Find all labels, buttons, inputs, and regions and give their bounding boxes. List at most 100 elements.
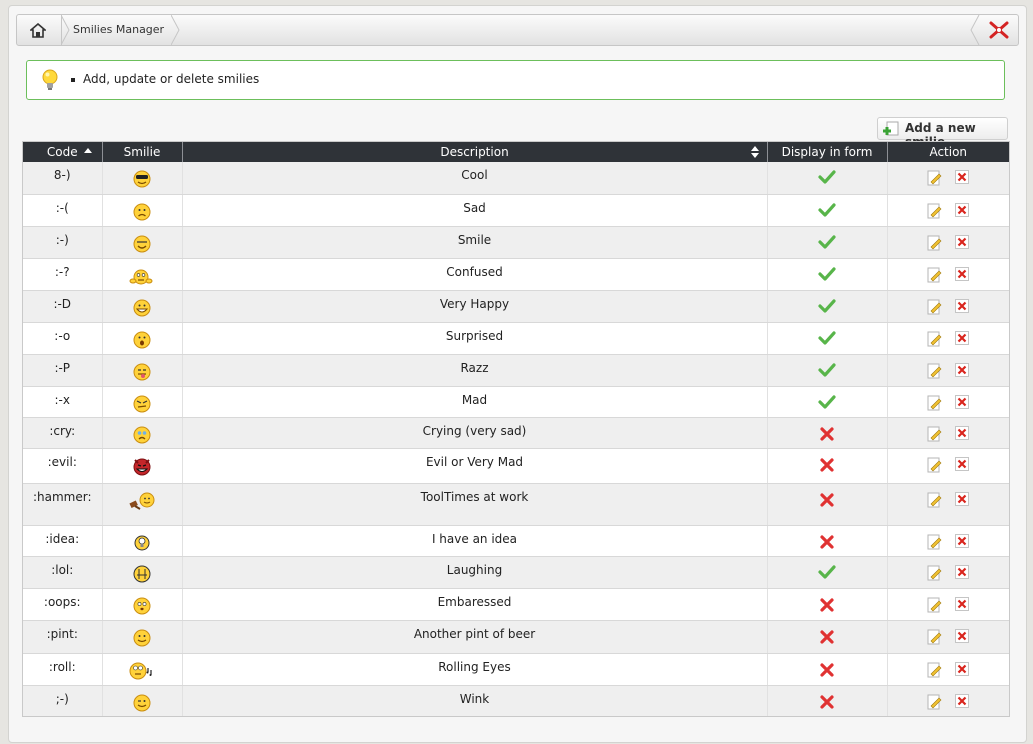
display-cell[interactable] xyxy=(767,162,888,195)
smilie-code: :-x xyxy=(54,392,70,407)
description-cell: Another pint of beer xyxy=(182,620,768,654)
delete-button[interactable] xyxy=(955,202,970,222)
hammer-smilie-icon xyxy=(129,492,155,510)
delete-button[interactable] xyxy=(955,234,970,254)
delete-button[interactable] xyxy=(955,661,970,681)
edit-button[interactable] xyxy=(927,203,943,222)
display-toggle[interactable] xyxy=(768,227,887,252)
delete-button[interactable] xyxy=(955,456,970,476)
display-toggle[interactable] xyxy=(768,557,887,582)
edit-button[interactable] xyxy=(927,331,943,350)
column-header-description[interactable]: Description xyxy=(182,142,768,162)
edit-button[interactable] xyxy=(927,235,943,254)
edit-button[interactable] xyxy=(927,363,943,382)
edit-button[interactable] xyxy=(927,694,943,713)
display-cell[interactable] xyxy=(767,290,888,323)
edit-button[interactable] xyxy=(927,597,943,616)
display-cell[interactable] xyxy=(767,354,888,387)
table-row: :-P Razz xyxy=(23,354,1009,387)
edit-icon xyxy=(927,662,942,677)
column-header-code[interactable]: Code xyxy=(23,142,103,162)
delete-button[interactable] xyxy=(955,564,970,584)
delete-button[interactable] xyxy=(955,330,970,350)
breadcrumb-separator xyxy=(171,15,180,45)
display-toggle[interactable] xyxy=(768,195,887,220)
display-toggle[interactable] xyxy=(768,449,887,476)
display-cell[interactable] xyxy=(767,620,888,654)
display-toggle[interactable] xyxy=(768,654,887,681)
edit-button[interactable] xyxy=(927,629,943,648)
display-cell[interactable] xyxy=(767,556,888,589)
display-cell[interactable] xyxy=(767,386,888,418)
edit-button[interactable] xyxy=(927,492,943,511)
smilie-description: Razz xyxy=(460,360,489,375)
edit-button[interactable] xyxy=(927,395,943,414)
confused-smilie-icon xyxy=(129,269,153,284)
edit-button[interactable] xyxy=(927,170,943,189)
smilie-description: Very Happy xyxy=(439,296,510,311)
edit-button[interactable] xyxy=(927,457,943,476)
edit-button[interactable] xyxy=(927,426,943,445)
delete-button[interactable] xyxy=(955,298,970,318)
display-cell[interactable] xyxy=(767,588,888,621)
edit-button[interactable] xyxy=(927,267,943,286)
action-cell xyxy=(887,685,1009,716)
table-row: :-D Very Happy xyxy=(23,290,1009,323)
app-logo-icon[interactable] xyxy=(988,20,1010,40)
edit-button[interactable] xyxy=(927,534,943,553)
home-link[interactable] xyxy=(17,15,62,45)
column-header-display[interactable]: Display in form xyxy=(767,142,888,162)
display-cell[interactable] xyxy=(767,194,888,227)
smilie-code: :roll: xyxy=(48,659,76,674)
display-toggle[interactable] xyxy=(768,418,887,445)
display-cell[interactable] xyxy=(767,258,888,291)
code-cell: :cry: xyxy=(23,417,103,449)
delete-button[interactable] xyxy=(955,170,970,189)
display-cell[interactable] xyxy=(767,483,888,526)
delete-button[interactable] xyxy=(955,491,970,511)
smilie-description: ToolTimes at work xyxy=(420,489,529,504)
delete-button[interactable] xyxy=(955,362,970,382)
table-row: :-? Confused xyxy=(23,258,1009,291)
display-toggle[interactable] xyxy=(768,526,887,553)
display-cell[interactable] xyxy=(767,226,888,259)
description-cell: Crying (very sad) xyxy=(182,417,768,449)
edit-button[interactable] xyxy=(927,662,943,681)
code-cell: :-P xyxy=(23,354,103,387)
display-toggle[interactable] xyxy=(768,162,887,187)
delete-button[interactable] xyxy=(955,266,970,286)
add-smilie-button[interactable]: Add a new smilie xyxy=(877,117,1008,149)
delete-button[interactable] xyxy=(955,596,970,616)
display-cell[interactable] xyxy=(767,525,888,557)
edit-icon xyxy=(927,629,942,644)
display-toggle[interactable] xyxy=(768,259,887,284)
delete-icon xyxy=(955,491,970,506)
delete-button[interactable] xyxy=(955,533,970,553)
display-toggle[interactable] xyxy=(768,589,887,616)
display-toggle[interactable] xyxy=(768,387,887,412)
delete-button[interactable] xyxy=(955,394,970,414)
display-cell[interactable] xyxy=(767,322,888,355)
action-cell xyxy=(887,354,1009,387)
edit-button[interactable] xyxy=(927,565,943,584)
smile-smilie-icon xyxy=(133,235,151,252)
display-toggle[interactable] xyxy=(768,323,887,348)
delete-button[interactable] xyxy=(955,628,970,648)
display-cell[interactable] xyxy=(767,448,888,484)
laughing-smilie-icon xyxy=(133,565,151,582)
display-toggle[interactable] xyxy=(768,621,887,648)
display-toggle[interactable] xyxy=(768,686,887,713)
edit-icon xyxy=(927,299,942,314)
delete-icon xyxy=(955,234,970,249)
edit-icon xyxy=(927,235,942,250)
edit-button[interactable] xyxy=(927,299,943,318)
delete-button[interactable] xyxy=(955,693,970,713)
display-toggle[interactable] xyxy=(768,291,887,316)
display-toggle[interactable] xyxy=(768,355,887,380)
display-cell[interactable] xyxy=(767,417,888,449)
display-toggle[interactable] xyxy=(768,484,887,511)
display-cell[interactable] xyxy=(767,653,888,686)
description-cell: Evil or Very Mad xyxy=(182,448,768,484)
display-cell[interactable] xyxy=(767,685,888,716)
delete-button[interactable] xyxy=(955,425,970,445)
